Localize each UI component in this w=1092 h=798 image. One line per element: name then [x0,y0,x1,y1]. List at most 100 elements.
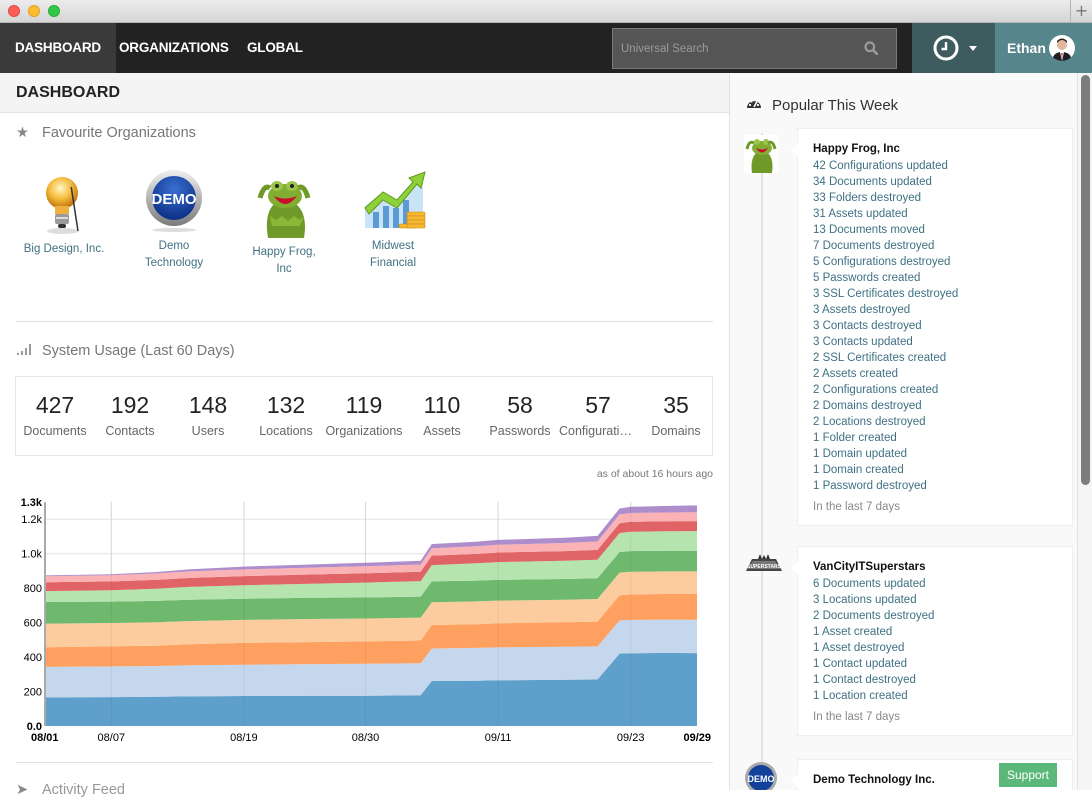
popular-activity-link[interactable]: 2 Configurations created [813,382,1057,398]
popular-activity-link[interactable]: 6 Documents updated [813,576,1057,592]
popular-activity-link[interactable]: 3 SSL Certificates destroyed [813,286,1057,302]
svg-text:DEMO: DEMO [748,774,775,784]
popular-activity-link[interactable]: 2 Assets created [813,366,1057,382]
signal-bars-icon [17,344,31,355]
frog-avatar[interactable] [744,135,778,173]
stat-domains[interactable]: 35 Domains [637,391,715,440]
y-tick-label: 1.3k [21,497,43,509]
stat-passwords[interactable]: 58 Passwords [481,391,559,440]
popular-card-vancity: VanCityITSuperstars 6 Documents updated 3… [791,546,1073,736]
popular-activity-link[interactable]: 13 Documents moved [813,222,1057,238]
popular-activity-link[interactable]: 31 Assets updated [813,206,1057,222]
x-tick-label: 09/29 [683,732,711,744]
popular-activity-link[interactable]: 3 Contacts destroyed [813,318,1057,334]
y-tick-label: 200 [24,687,42,699]
system-usage-chart: 0.02004006008001.0k1.2k1.3k08/01 08/07 08/… [21,497,711,744]
demo-logo: DEMO [144,168,204,232]
favourite-org-name: Midwest Financial [369,240,417,269]
finance-chart-logo [363,168,426,232]
universal-search-input[interactable] [613,29,853,68]
y-tick-label: 800 [24,583,42,595]
popular-this-week-panel: Popular This Week Happy Frog, Inc 42 Con… [729,73,1077,790]
popular-activity-link[interactable]: 3 Contacts updated [813,334,1057,350]
popular-activity-link[interactable]: 3 Assets destroyed [813,302,1057,318]
popular-activity-link[interactable]: 1 Folder created [813,430,1057,446]
popular-activity-link[interactable]: 33 Folders destroyed [813,190,1057,206]
x-tick-label: 08/07 [98,732,126,744]
stat-configurations[interactable]: 57 Configurations [559,391,637,440]
chevron-down-icon [969,46,977,51]
popular-activity-link[interactable]: 5 Configurations destroyed [813,254,1057,270]
stat-assets[interactable]: 110 Assets [403,391,481,440]
search-icon[interactable] [864,41,878,55]
svg-text:DEMO: DEMO [152,191,197,208]
star-icon: ★ [16,125,29,141]
popular-card-happy-frog: Happy Frog, Inc 42 Configurations update… [791,128,1073,526]
stat-locations[interactable]: 132 Locations [247,391,325,440]
popular-activity-link[interactable]: 42 Configurations updated [813,158,1057,174]
window-titlebar: + [0,0,1092,23]
favourite-org-midwest-financial[interactable]: Midwest Financial [343,168,443,272]
y-tick-label: 1.2k [21,514,42,526]
popular-activity-link[interactable]: 5 Passwords created [813,270,1057,286]
popular-activity-link[interactable]: 7 Documents destroyed [813,238,1057,254]
x-tick-label: 08/19 [230,732,258,744]
favourite-org-demo-technology[interactable]: DEMO Demo Technology [124,168,224,272]
popular-activity-link[interactable]: 34 Documents updated [813,174,1057,190]
popular-activity-link[interactable]: 2 SSL Certificates created [813,350,1057,366]
zoom-window-button[interactable] [48,5,60,17]
universal-search [612,28,897,69]
favourite-org-name: Demo Technology [144,240,204,269]
favourite-org-big-design[interactable]: Big Design, Inc. [14,171,114,258]
popular-card-footer: In the last 7 days [813,711,900,723]
support-badge[interactable]: Support [998,763,1057,787]
popular-activity-link[interactable]: 1 Password destroyed [813,478,1057,494]
popular-activity-link[interactable]: 1 Asset destroyed [813,640,1057,656]
usage-stats-panel: 427 Documents 192 Contacts 148 Users 132 Loc… [15,376,713,456]
popular-activity-link[interactable]: 2 Locations destroyed [813,414,1057,430]
popular-card-org[interactable]: VanCityITSuperstars [813,559,1057,575]
popular-activity-link[interactable]: 3 Locations updated [813,592,1057,608]
popular-activity-link[interactable]: 2 Domains destroyed [813,398,1057,414]
favourite-org-happy-frog[interactable]: Happy Frog, Inc [234,174,334,278]
y-tick-label: 400 [24,652,42,664]
lightbulb-logo [34,171,94,235]
activity-feed-heading: ➤ Activity Feed [16,782,125,798]
popular-activity-link[interactable]: 1 Contact destroyed [813,672,1057,688]
timeline-line [761,133,763,790]
popular-card-org[interactable]: Happy Frog, Inc [813,141,1057,157]
favourite-orgs-heading: ★ Favourite Organizations [16,125,196,141]
demo-avatar[interactable]: DEMO [744,761,778,790]
frog-logo [254,174,314,238]
stat-organizations[interactable]: 119 Organizations [325,391,403,440]
new-tab-button[interactable]: + [1070,0,1092,23]
y-tick-label: 1.0k [21,549,42,561]
favourite-org-name: Happy Frog, Inc [252,246,316,275]
x-tick-label: 09/23 [617,732,645,744]
stat-contacts[interactable]: 192 Contacts [91,391,169,440]
page-header: DASHBOARD [0,73,729,113]
superstars-avatar[interactable]: SUPERSTARS [744,553,782,587]
popular-activity-link[interactable]: 1 Contact updated [813,656,1057,672]
user-menu[interactable]: Ethan [995,23,1092,73]
favourite-org-name: Big Design, Inc. [23,243,105,255]
popular-activity-link[interactable]: 1 Location created [813,688,1057,704]
y-tick-label: 600 [24,618,42,630]
popular-card-footer: In the last 7 days [813,501,900,513]
popular-activity-link[interactable]: 2 Documents destroyed [813,608,1057,624]
nav-dashboard[interactable]: DASHBOARD [0,23,116,73]
recent-activity-dropdown[interactable] [912,23,995,73]
stat-documents[interactable]: 427 Documents [16,391,94,440]
popular-activity-link[interactable]: 1 Asset created [813,624,1057,640]
stat-users[interactable]: 148 Users [169,391,247,440]
sidebar-scrollbar[interactable] [1077,73,1092,790]
nav-global[interactable]: GLOBAL [232,23,318,73]
popular-card-demo-technology: Support Demo Technology Inc. 2 Documents… [791,759,1073,790]
nav-organizations[interactable]: ORGANIZATIONS [104,23,244,73]
minimize-window-button[interactable] [28,5,40,17]
svg-text:SUPERSTARS: SUPERSTARS [747,564,781,570]
close-window-button[interactable] [8,5,20,17]
popular-activity-link[interactable]: 1 Domain updated [813,446,1057,462]
scrollbar-thumb[interactable] [1081,75,1090,485]
popular-activity-link[interactable]: 1 Domain created [813,462,1057,478]
